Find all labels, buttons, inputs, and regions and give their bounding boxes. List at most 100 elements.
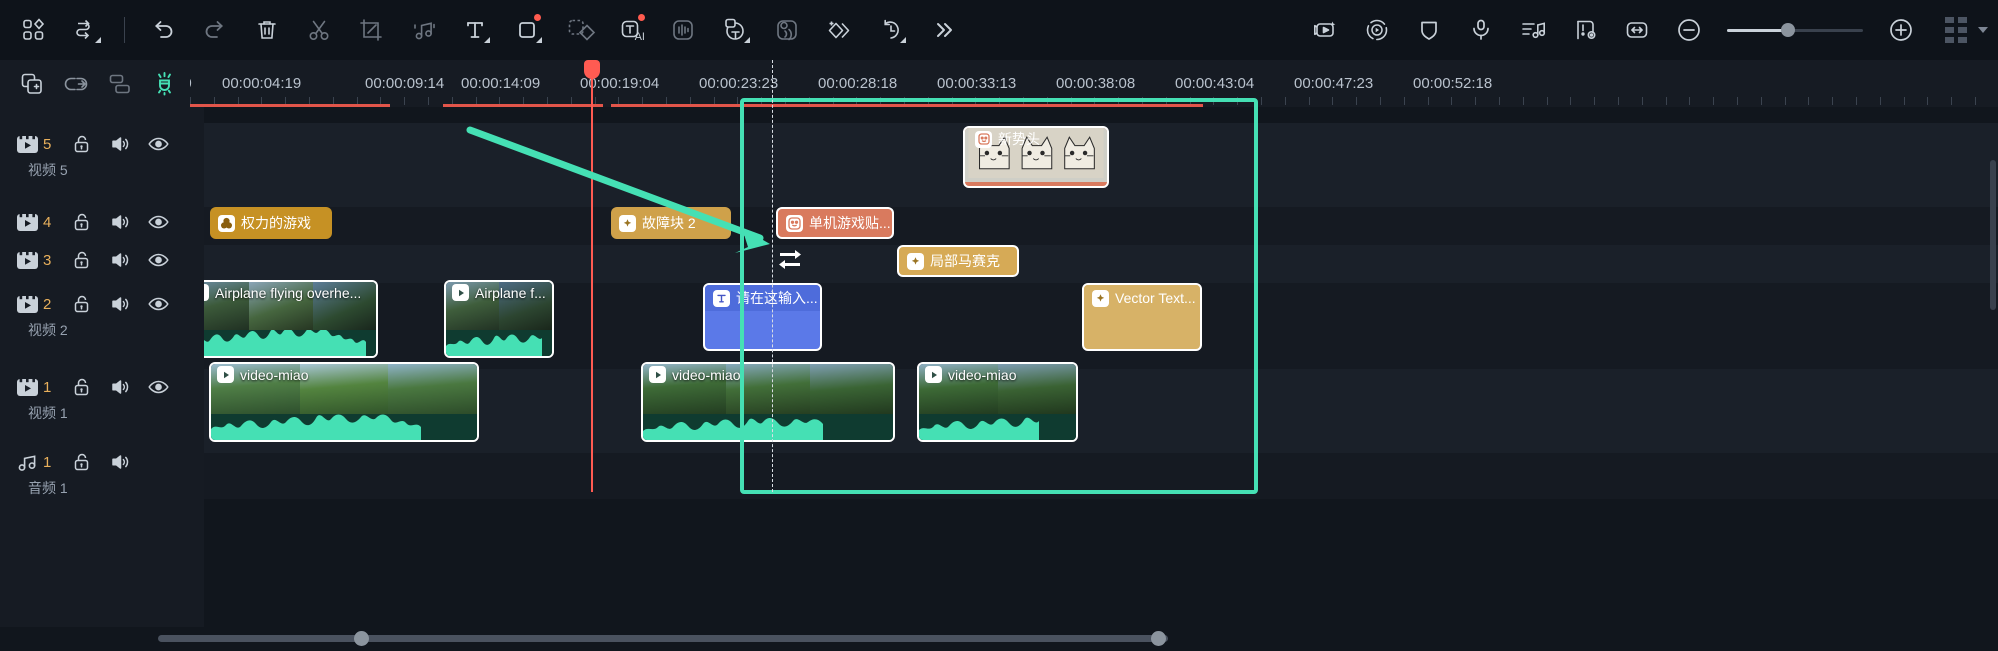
mute-icon[interactable] [105,452,135,472]
ruler-tick-mark [1737,97,1738,105]
magnet-snap-icon[interactable] [142,60,186,107]
clip-text[interactable]: 请在这输入... [703,283,822,351]
zoom-in-button[interactable] [1875,0,1927,60]
audio-track-icon [12,453,42,472]
zoom-slider-handle[interactable] [1781,23,1795,37]
split-scissors-icon[interactable] [293,0,345,60]
video-badge-icon [649,366,666,383]
clip-mosaic-effect[interactable]: 局部马赛克 [897,245,1019,277]
vertical-scrollbar-thumb[interactable] [1990,160,1996,310]
horizontal-scrollbar[interactable] [204,627,1998,651]
text-badge-icon [713,290,730,307]
audio-detach-icon[interactable] [397,0,449,60]
clip-video-miao-3[interactable]: video-miao [917,362,1078,442]
zoom-slider[interactable] [1727,29,1863,32]
scroll-handle-right[interactable] [1151,631,1166,646]
beat-detect-icon[interactable] [1507,0,1559,60]
speech-to-text-icon[interactable] [709,0,761,60]
clip-airplane-2[interactable]: Airplane f... [444,280,554,358]
add-track-icon[interactable] [10,60,54,107]
visibility-eye-icon[interactable] [143,214,173,230]
clip-title: video-miao [211,366,314,383]
smart-cutout-icon[interactable] [1299,0,1351,60]
horizontal-scrollbar-thumb[interactable] [158,635,1168,642]
chevron-corner-icon [744,37,750,43]
text-to-speech-icon[interactable] [761,0,813,60]
track-header-video2[interactable]: 2 视频 2 [0,289,204,340]
mute-icon[interactable] [105,294,135,314]
clip-vector-text[interactable]: Vector Text... [1082,283,1202,351]
marker-icon[interactable] [1559,0,1611,60]
ruler-tick-mark [1832,97,1833,105]
clip-label-text: 单机游戏贴... [809,213,891,233]
track-header-video4[interactable]: 4 [0,207,204,237]
speed-icon[interactable] [865,0,917,60]
lock-icon[interactable] [67,250,97,270]
chevron-corner-icon [900,37,906,43]
visibility-eye-icon[interactable] [143,136,173,152]
visibility-eye-icon[interactable] [143,379,173,395]
time-ruler[interactable]: :00:0000:00:04:1900:00:09:1400:00:14:090… [190,60,1998,107]
more-chevrons-icon[interactable] [917,0,969,60]
visibility-eye-icon[interactable] [143,252,173,268]
video-track-icon [12,213,42,232]
grid-view-icon[interactable] [8,0,60,60]
text-icon[interactable] [449,0,501,60]
audio-waveform-icon[interactable] [657,0,709,60]
split-screen-icon[interactable] [98,60,142,107]
lock-icon[interactable] [67,134,97,154]
scroll-handle-left[interactable] [354,631,369,646]
lock-icon[interactable] [67,452,97,472]
clip-airplane-1[interactable]: Airplane flying overhe... [184,280,378,358]
ruler-tick-mark [1594,97,1595,105]
clip-video-miao-2[interactable]: video-miao [641,362,895,442]
clip-title-text: Airplane f... [475,285,546,301]
mask-shield-icon[interactable] [1403,0,1455,60]
sticker-icon[interactable] [553,0,605,60]
crop-icon[interactable] [345,0,397,60]
zoom-out-button[interactable] [1663,0,1715,60]
undo-icon[interactable] [137,0,189,60]
mute-icon[interactable] [105,250,135,270]
clip-video-miao-1[interactable]: video-miao [209,362,479,442]
clip-label-text: 故障块 2 [642,213,696,233]
ruler-tick-label: 00:00:47:23 [1294,75,1373,92]
clip-game-sticker[interactable]: 单机游戏贴... [776,207,894,239]
ruler-tick-label: 00:00:33:13 [937,75,1016,92]
timeline-options-button[interactable] [1945,17,1988,43]
link-clips-icon[interactable] [54,60,98,107]
ruler-tick-mark [1237,97,1238,105]
mute-icon[interactable] [105,377,135,397]
lock-icon[interactable] [67,212,97,232]
mute-icon[interactable] [105,134,135,154]
lock-icon[interactable] [67,377,97,397]
redo-icon[interactable] [189,0,241,60]
lock-icon[interactable] [67,294,97,314]
fit-timeline-icon[interactable] [1611,0,1663,60]
track-header-video3[interactable]: 3 [0,245,204,275]
clip-glitch-effect[interactable]: 故障块 2 [611,207,731,239]
voice-record-icon[interactable] [1455,0,1507,60]
track-header-video5[interactable]: 5 视频 5 [0,129,204,180]
visibility-eye-icon[interactable] [143,296,173,312]
shape-icon[interactable] [501,0,553,60]
add-transition-icon[interactable] [813,0,865,60]
clip-cat-sticker[interactable]: 新势头 [963,126,1109,188]
delete-icon[interactable] [241,0,293,60]
clip-got-effect[interactable]: 权力的游戏 [210,207,332,239]
clip-label-text: 局部马赛克 [930,251,1000,271]
ai-text-icon[interactable]: AI [605,0,657,60]
track-name: 视频 1 [0,403,204,423]
grid-dots-icon [1945,17,1967,43]
mute-icon[interactable] [105,212,135,232]
playhead[interactable] [591,60,593,492]
ai-label: AI [635,31,645,43]
video-track-icon [12,251,42,270]
ruler-tick-mark [1666,97,1667,105]
auto-reframe-icon[interactable] [60,0,112,60]
preview-render-icon[interactable] [1351,0,1403,60]
playhead-handle[interactable] [584,60,600,79]
track-header-video1[interactable]: 1 视频 1 [0,372,204,423]
track-header-audio1[interactable]: 1 音频 1 [0,447,204,498]
chevron-corner-icon [484,37,490,43]
